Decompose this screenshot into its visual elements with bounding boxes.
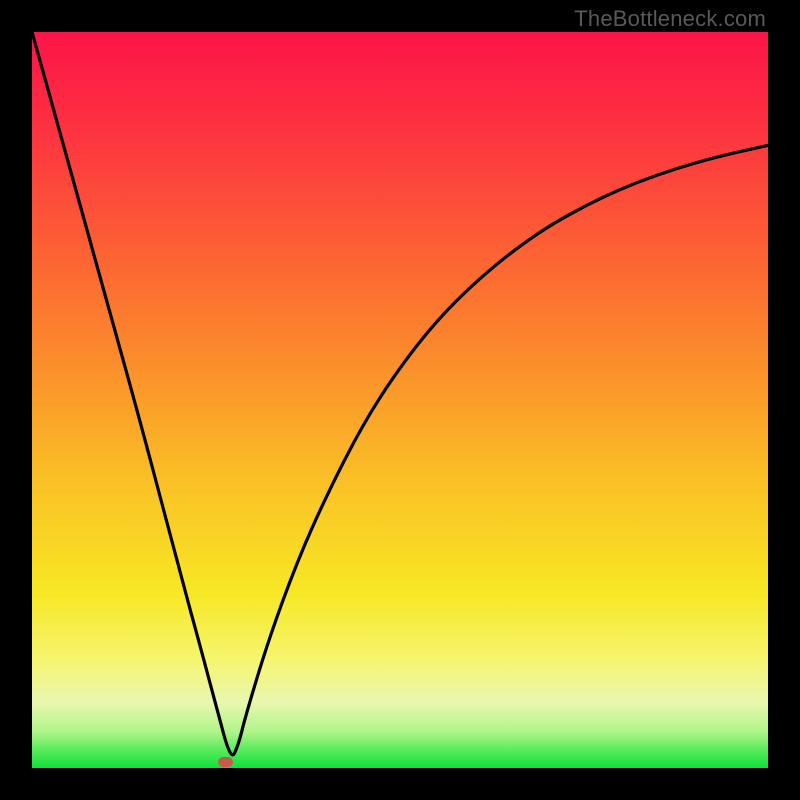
attribution-text: TheBottleneck.com (574, 6, 766, 32)
chart-frame: TheBottleneck.com (0, 0, 800, 800)
curve-path (32, 32, 768, 755)
bottleneck-curve (32, 32, 768, 768)
minimum-marker (218, 757, 233, 767)
plot-area (32, 32, 768, 768)
